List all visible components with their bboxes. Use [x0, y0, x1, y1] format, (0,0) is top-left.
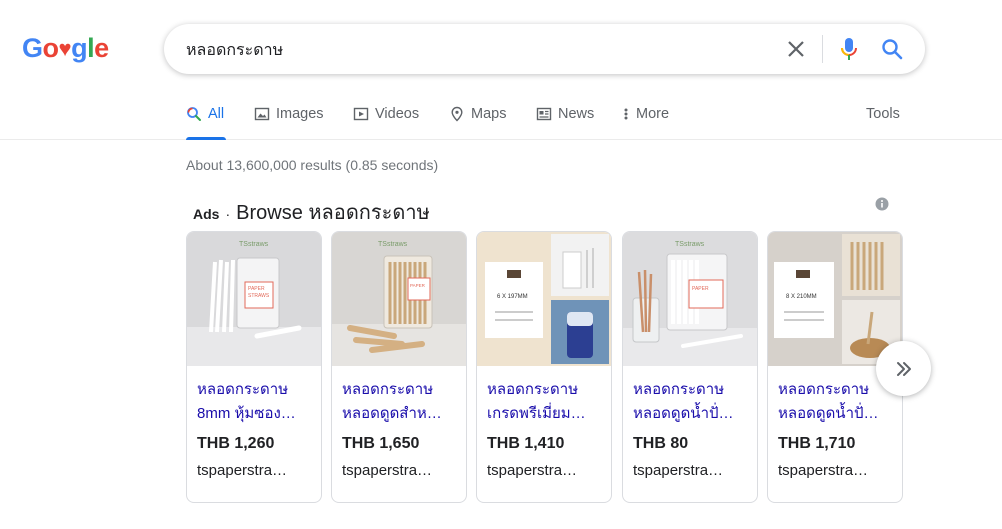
search-icon [187, 107, 201, 121]
search-icon[interactable] [880, 37, 904, 61]
microphone-icon[interactable] [837, 36, 861, 62]
ads-separator: · [225, 206, 231, 222]
product-store: tspaperstra… [633, 462, 724, 479]
google-logo[interactable]: Go♥gle [22, 33, 109, 64]
image-icon [254, 107, 270, 121]
product-image[interactable]: TSstraws PAPER [332, 232, 466, 366]
svg-text:PAPER: PAPER [248, 286, 265, 292]
product-store: tspaperstra… [342, 462, 433, 479]
tab-maps[interactable]: Maps [449, 106, 506, 122]
product-title-line2[interactable]: หลอดดูดน้ำปั่… [778, 402, 896, 426]
product-card[interactable]: TSstraws PAPER หลอดกระดาษ หลอดดูดสำห… TH… [331, 231, 467, 503]
svg-text:PAPER: PAPER [692, 286, 709, 292]
product-title-line2[interactable]: หลอดดูดน้ำปั่… [633, 402, 751, 426]
product-title[interactable]: หลอดกระดาษ [633, 378, 751, 402]
product-title-line2[interactable]: 8mm หุ้มซอง… [197, 402, 315, 426]
map-pin-icon [451, 106, 463, 122]
svg-text:TSstraws: TSstraws [378, 241, 408, 248]
result-stats: About 13,600,000 results (0.85 seconds) [186, 157, 439, 173]
product-price: THB 80 [633, 435, 689, 452]
product-store: tspaperstra… [487, 462, 578, 479]
tools-button[interactable]: Tools [866, 106, 900, 122]
video-icon [353, 107, 369, 121]
product-price: THB 1,650 [342, 435, 420, 452]
svg-text:8 X 210MM: 8 X 210MM [786, 294, 817, 300]
product-title-line2[interactable]: เกรดพรีเมี่ยม… [487, 402, 605, 426]
product-price: THB 1,260 [197, 435, 275, 452]
product-title[interactable]: หลอดกระดาษ [487, 378, 605, 402]
product-price: THB 1,710 [778, 435, 856, 452]
tab-more[interactable]: More [622, 106, 669, 122]
tab-videos[interactable]: Videos [353, 106, 419, 122]
tab-all[interactable]: All [186, 106, 224, 122]
news-icon [536, 107, 552, 121]
product-image[interactable]: TSstraws PAPER STRAWS [187, 232, 321, 366]
svg-text:TSstraws: TSstraws [239, 241, 269, 248]
product-card[interactable]: 6 X 197MM หลอดกระดาษ เกรดพรีเมี่ยม… THB … [476, 231, 612, 503]
double-chevron-right-icon [896, 361, 911, 376]
more-vert-icon [624, 108, 628, 120]
ads-title: Browse หลอดกระดาษ [236, 202, 430, 224]
product-card[interactable]: TSstraws PAPER หลอดกระดาษ หลอดดูดน้ำปั่…… [622, 231, 758, 503]
svg-text:6 X 197MM: 6 X 197MM [497, 294, 528, 300]
tab-images[interactable]: Images [254, 106, 324, 122]
search-divider [822, 35, 823, 63]
product-card[interactable]: TSstraws PAPER STRAWS หลอดกระดาษ 8mm หุ้… [186, 231, 322, 503]
svg-text:TSstraws: TSstraws [675, 241, 705, 248]
product-price: THB 1,410 [487, 435, 565, 452]
product-title[interactable]: หลอดกระดาษ [778, 378, 896, 402]
product-title[interactable]: หลอดกระดาษ [197, 378, 315, 402]
svg-text:STRAWS: STRAWS [248, 293, 270, 299]
heart-icon: ♥ [58, 36, 72, 61]
ads-label: Ads [193, 206, 220, 222]
search-header: Go♥gle หลอดกระดาษ All Images Videos Maps… [0, 0, 1002, 140]
tab-news[interactable]: News [536, 106, 594, 122]
ads-heading: Ads · Browse หลอดกระดาษ [193, 196, 430, 228]
product-title[interactable]: หลอดกระดาษ [342, 378, 460, 402]
carousel-next-button[interactable] [876, 341, 931, 396]
search-box[interactable]: หลอดกระดาษ [164, 24, 925, 74]
product-store: tspaperstra… [778, 462, 869, 479]
product-store: tspaperstra… [197, 462, 288, 479]
clear-icon[interactable] [784, 37, 808, 61]
product-title-line2[interactable]: หลอดดูดสำห… [342, 402, 460, 426]
info-icon[interactable] [875, 197, 889, 211]
search-input[interactable]: หลอดกระดาษ [186, 38, 283, 63]
product-image[interactable]: 6 X 197MM [477, 232, 611, 366]
product-image[interactable]: 8 X 210MM [768, 232, 902, 366]
svg-text:PAPER: PAPER [410, 283, 426, 288]
product-image[interactable]: TSstraws PAPER [623, 232, 757, 366]
active-tab-indicator [186, 137, 226, 140]
